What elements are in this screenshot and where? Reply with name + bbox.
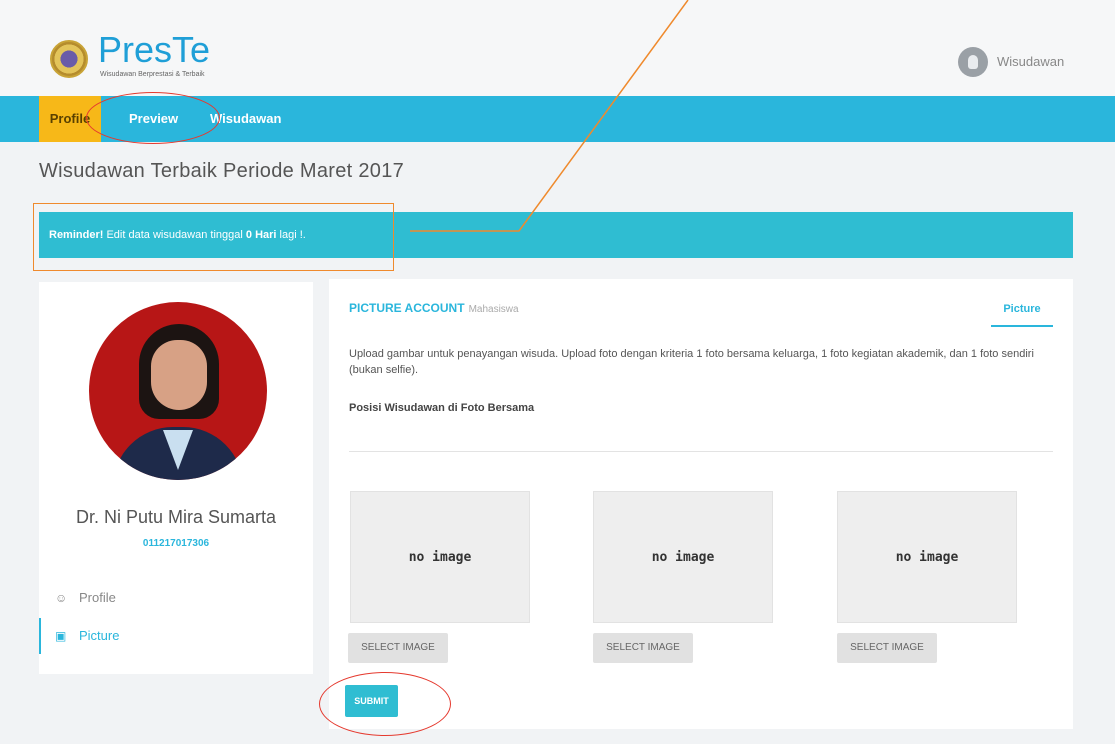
user-icon: ☺ xyxy=(55,591,68,605)
tab-picture[interactable]: Picture xyxy=(991,301,1053,327)
card-description: Upload gambar untuk penayangan wisuda. U… xyxy=(349,348,1034,376)
sidebar-item-picture[interactable]: ▣ Picture xyxy=(39,618,313,654)
profile-name: Dr. Ni Putu Mira Sumarta xyxy=(75,507,277,527)
card-subheading: Posisi Wisudawan di Foto Bersama xyxy=(349,402,535,414)
profile-sidebar: Dr. Ni Putu Mira Sumarta 011217017306 ☺ P… xyxy=(39,282,313,674)
sidebar-item-label: Profile xyxy=(79,590,116,605)
divider xyxy=(349,451,1053,452)
profile-nim: 011217017306 xyxy=(142,538,210,549)
reminder-text: Edit data wisudawan tinggal xyxy=(103,229,246,241)
app-logo-text[interactable]: PresTe xyxy=(98,30,210,70)
nav-tab-preview[interactable]: Preview xyxy=(129,96,178,142)
nav-tab-wisudawan[interactable]: Wisudawan xyxy=(210,96,281,142)
select-image-button-2[interactable]: SELECT IMAGE xyxy=(593,633,693,663)
main-navbar: Profile Preview Wisudawan xyxy=(0,96,1115,142)
card-title-sub: Mahasiswa xyxy=(468,304,519,315)
image-slot-1: no image xyxy=(350,491,530,623)
profile-photo xyxy=(89,302,267,480)
card-title: PICTURE ACCOUNT Mahasiswa xyxy=(349,301,519,315)
card-title-main: PICTURE ACCOUNT xyxy=(349,301,465,315)
no-image-placeholder: no image xyxy=(651,549,715,565)
select-image-button-1[interactable]: SELECT IMAGE xyxy=(348,633,448,663)
user-avatar-icon[interactable] xyxy=(958,47,988,77)
image-icon: ▣ xyxy=(55,629,67,643)
reminder-suffix: lagi !. xyxy=(276,229,306,241)
no-image-placeholder: no image xyxy=(895,549,959,565)
nav-tab-profile[interactable]: Profile xyxy=(39,96,101,142)
app-logo-subtitle: Wisudawan Berprestasi & Terbaik xyxy=(100,71,205,78)
reminder-prefix: Reminder! xyxy=(49,229,104,241)
sidebar-item-profile[interactable]: ☺ Profile xyxy=(39,580,313,616)
reminder-alert: Reminder! Edit data wisudawan tinggal 0 … xyxy=(39,212,1073,258)
reminder-days: 0 Hari xyxy=(245,229,277,241)
page-title: Wisudawan Terbaik Periode Maret 2017 xyxy=(39,160,405,182)
image-slot-3: no image xyxy=(837,491,1017,623)
university-seal-logo xyxy=(50,40,88,78)
no-image-placeholder: no image xyxy=(408,549,472,565)
picture-account-card: PICTURE ACCOUNT Mahasiswa Picture Upload … xyxy=(329,279,1073,729)
app-header: PresTe Wisudawan Berprestasi & Terbaik W… xyxy=(0,0,1115,96)
user-menu-label[interactable]: Wisudawan xyxy=(997,54,1064,69)
image-slot-2: no image xyxy=(593,491,773,623)
select-image-button-3[interactable]: SELECT IMAGE xyxy=(837,633,937,663)
sidebar-item-label: Picture xyxy=(79,628,120,643)
submit-button[interactable]: SUBMIT xyxy=(345,685,398,717)
